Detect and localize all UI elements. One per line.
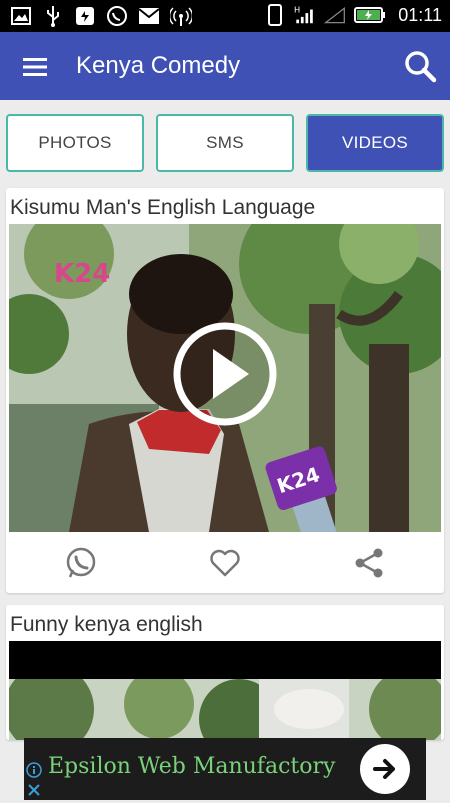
svg-text:H: H <box>294 4 300 14</box>
whatsapp-icon <box>106 5 128 27</box>
chat-app-icon <box>74 5 96 27</box>
menu-icon <box>23 58 47 76</box>
svg-text:K24: K24 <box>54 259 110 289</box>
heart-icon <box>210 549 240 577</box>
video-thumbnail[interactable] <box>9 679 441 740</box>
tab-videos[interactable]: VIDEOS <box>306 114 444 172</box>
phone-icon <box>264 4 286 26</box>
app-title: Kenya Comedy <box>76 52 241 79</box>
k24-watermark: K24 <box>54 259 110 289</box>
arrow-right-icon <box>373 759 395 779</box>
video-card: Funny kenya english <box>6 605 444 740</box>
like-button[interactable] <box>208 546 242 580</box>
trees-outdoor-thumbnail <box>9 679 441 740</box>
battery-charging-icon <box>354 4 386 26</box>
search-icon <box>405 51 437 83</box>
video-actions <box>6 540 444 588</box>
video-title: Funny kenya english <box>10 613 203 636</box>
gmail-icon <box>138 5 160 27</box>
video-card: Kisumu Man's English Language K24 K24 <box>6 188 444 593</box>
usb-icon <box>42 5 64 27</box>
app-bar: Kenya Comedy <box>0 32 450 100</box>
system-icons: H 01:11 <box>264 4 442 26</box>
play-icon[interactable] <box>173 322 277 426</box>
ad-info-button[interactable] <box>26 762 42 778</box>
ad-text: Epsilon Web Manufactory <box>48 754 336 779</box>
man-interview-thumbnail: K24 K24 <box>9 224 441 532</box>
image-icon <box>10 5 32 27</box>
status-bar: H 01:11 <box>0 0 450 32</box>
ad-close-button[interactable] <box>26 782 42 798</box>
share-button[interactable] <box>352 546 386 580</box>
menu-button[interactable] <box>20 52 50 82</box>
tab-photos[interactable]: PHOTOS <box>6 114 144 172</box>
category-tabs: PHOTOS SMS VIDEOS <box>6 114 444 174</box>
video-title: Kisumu Man's English Language <box>10 196 316 219</box>
whatsapp-share-icon <box>66 547 96 578</box>
share-icon <box>355 548 383 578</box>
signal-icon <box>324 4 346 26</box>
whatsapp-share-button[interactable] <box>64 546 98 580</box>
close-icon <box>28 784 40 796</box>
video-letterbox <box>9 641 441 679</box>
hotspot-icon <box>170 5 192 27</box>
signal-h-icon: H <box>294 4 316 26</box>
ad-banner[interactable]: Epsilon Web Manufactory <box>24 738 426 800</box>
clock: 01:11 <box>398 4 442 25</box>
info-icon <box>26 762 42 778</box>
video-thumbnail[interactable]: K24 K24 <box>9 224 441 532</box>
search-button[interactable] <box>402 48 438 84</box>
ad-go-button[interactable] <box>360 744 410 794</box>
notification-icons <box>10 5 192 27</box>
tab-sms[interactable]: SMS <box>156 114 294 172</box>
